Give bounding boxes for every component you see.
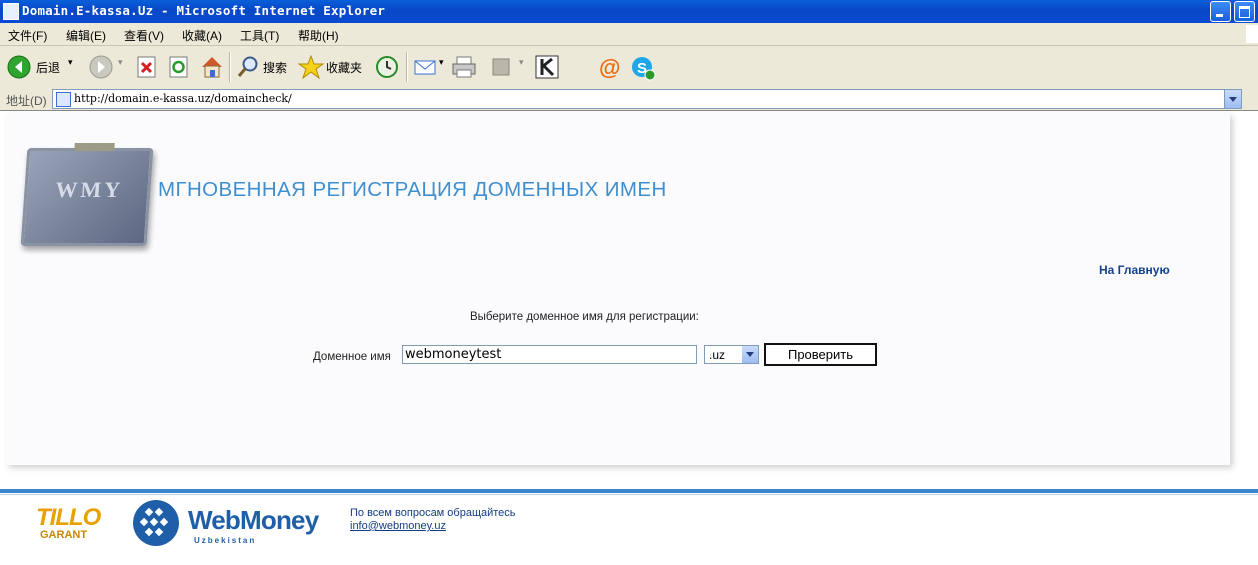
footer-divider-light [0,494,1258,495]
kaspersky-button[interactable] [535,55,559,79]
window-title: Domain.E-kassa.Uz - Microsoft Internet E… [22,3,386,18]
back-label[interactable]: 后退 [36,59,60,76]
forward-dropdown-icon[interactable]: ▾ [118,57,123,68]
menu-edit[interactable]: 编辑(E) [66,27,106,44]
menu-favorites[interactable]: 收藏(A) [182,27,222,44]
home-link[interactable]: На Главную [1099,263,1170,277]
mail-at-button[interactable]: @ [598,55,622,80]
menu-tools[interactable]: 工具(T) [240,27,279,44]
edit-dropdown-icon[interactable]: ▾ [519,57,524,68]
logo-text: WMY [54,177,125,202]
page-icon [56,92,71,107]
back-arrow-icon [7,55,31,79]
at-sign-icon: @ [599,55,620,80]
logo-clip [74,143,115,151]
mail-icon [414,60,436,75]
choose-domain-prompt: Выберите доменное имя для регистрации: [470,311,699,323]
refresh-icon [169,56,188,78]
history-button[interactable] [375,55,399,79]
address-bar: 地址(D) http://domain.e-kassa.uz/domainche… [0,88,1258,110]
refresh-button[interactable] [168,56,190,78]
check-button[interactable]: Проверить [764,343,877,366]
address-input[interactable]: http://domain.e-kassa.uz/domaincheck/ [52,89,1242,109]
chevron-down-icon[interactable] [742,346,758,363]
skype-button[interactable]: S [630,55,656,81]
forward-button[interactable] [88,54,114,80]
back-dropdown-icon[interactable]: ▾ [68,57,73,68]
page-title: МГНОВЕННАЯ РЕГИСТРАЦИЯ ДОМЕННЫХ ИМЕН [158,178,667,201]
menu-view[interactable]: 查看(V) [124,27,164,44]
tillo-garant-logo[interactable]: TILLO GARANT [34,504,112,546]
home-icon [202,57,222,78]
domain-name-label: Доменное имя [313,351,391,363]
print-button[interactable] [451,55,477,79]
maximize-button[interactable] [1234,1,1255,22]
stop-icon [137,56,156,78]
edit-icon [492,58,510,76]
svg-text:@: @ [599,55,620,79]
printer-icon [452,56,476,78]
webmoney-globe-icon[interactable] [132,499,180,547]
windows-flag-icon [1246,25,1258,43]
kaspersky-icon [535,55,559,79]
address-url[interactable]: http://domain.e-kassa.uz/domaincheck/ [74,92,292,105]
menu-help[interactable]: 帮助(H) [298,27,339,44]
webmoney-sub-text: Uzbekistan [194,536,257,545]
toolbar-separator [406,52,408,82]
home-button[interactable] [199,54,225,80]
minimize-button[interactable] [1210,1,1231,22]
search-button[interactable] [236,55,260,79]
address-dropdown-icon[interactable] [1224,90,1241,108]
skype-icon: S [632,57,656,81]
stop-button[interactable] [136,56,158,78]
domain-zone-select[interactable]: .uz [704,345,759,364]
address-label: 地址(D) [6,94,47,108]
toolbar: 后退 ▾ ▾ 搜索 收藏夹 ▾ ▾ @ S [0,46,1258,89]
domain-name-input[interactable]: webmoneytest [402,345,697,364]
footer-divider [0,489,1258,493]
menu-bar: 文件(F) 编辑(E) 查看(V) 收藏(A) 工具(T) 帮助(H) [0,23,1258,46]
webmoney-logo-text[interactable]: WebMoney [188,505,319,536]
favorites-label[interactable]: 收藏夹 [326,59,362,76]
mail-dropdown-icon[interactable]: ▾ [439,57,444,68]
wmy-logo: WMY [20,143,154,246]
history-icon [376,56,398,78]
content-card: WMY МГНОВЕННАЯ РЕГИСТРАЦИЯ ДОМЕННЫХ ИМЕН… [6,113,1230,465]
tillo-logo-text: TILLO [36,504,101,531]
page-content: WMY МГНОВЕННАЯ РЕГИСТРАЦИЯ ДОМЕННЫХ ИМЕН… [0,110,1258,565]
contact-email-link[interactable]: info@webmoney.uz [350,520,446,532]
search-icon [237,56,258,77]
garant-logo-text: GARANT [40,529,88,541]
star-icon [297,54,325,80]
toolbar-separator [229,52,231,82]
mail-button[interactable] [413,56,437,78]
edit-button[interactable] [491,57,511,77]
back-button[interactable] [6,54,32,80]
title-bar: Domain.E-kassa.Uz - Microsoft Internet E… [0,0,1258,23]
menu-file[interactable]: 文件(F) [8,27,47,44]
favorites-button[interactable] [297,54,325,80]
search-label[interactable]: 搜索 [263,59,287,76]
ie-page-icon [3,3,19,20]
forward-arrow-icon [89,55,113,79]
contact-text: По всем вопросам обращайтесь [350,507,516,519]
domain-zone-value: .uz [709,348,726,362]
